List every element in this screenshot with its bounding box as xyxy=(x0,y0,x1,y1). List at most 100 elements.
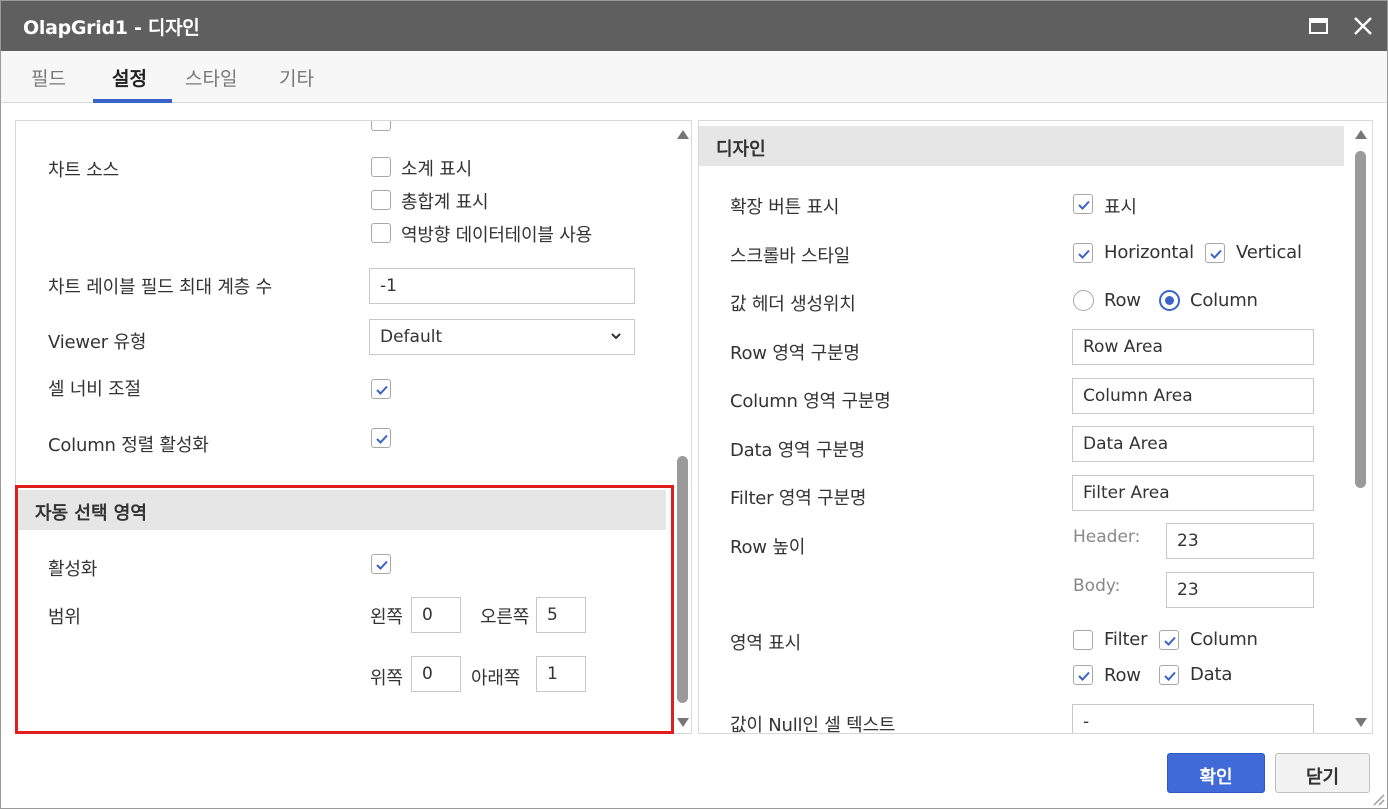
column-area-name-label: Column 영역 구분명 xyxy=(730,391,891,412)
data-area-name-input[interactable] xyxy=(1072,426,1314,462)
tab-style[interactable]: 스타일 xyxy=(185,64,237,91)
filter-display-checkbox[interactable] xyxy=(1073,630,1093,650)
left-scrollbar-thumb[interactable] xyxy=(677,456,688,703)
tab-fields[interactable]: 필드 xyxy=(31,64,66,91)
value-header-pos-label: 값 헤더 생성위치 xyxy=(730,294,856,315)
vertical-checkbox[interactable] xyxy=(1205,243,1225,263)
design-panel: 디자인 확장 버튼 표시 표시 스크롤바 스타일 Horizontal Vert… xyxy=(698,120,1373,734)
column-area-name-input[interactable] xyxy=(1072,378,1314,414)
row-display-label: Row xyxy=(1104,665,1141,686)
auto-select-enable-checkbox[interactable] xyxy=(371,554,391,574)
expand-button-option: 표시 xyxy=(1104,197,1137,218)
range-bottom-label: 아래쪽 xyxy=(471,668,521,689)
chart-label-depth-input[interactable] xyxy=(369,268,635,304)
chart-label-depth-label: 차트 레이블 필드 최대 계층 수 xyxy=(48,277,272,298)
range-top-input[interactable] xyxy=(411,656,461,692)
subtotal-checkbox[interactable] xyxy=(371,157,391,177)
auto-select-enable-label: 활성화 xyxy=(48,559,98,580)
viewer-type-label: Viewer 유형 xyxy=(48,332,147,353)
tab-bar: 필드 설정 스타일 기타 xyxy=(1,51,1387,103)
settings-panel: 차트 소스 소계 표시 총합계 표시 역방향 데이터테이블 사용 차트 레이블 … xyxy=(15,120,692,734)
reverse-datatable-label: 역방향 데이터테이블 사용 xyxy=(401,225,593,246)
chart-source-label: 차트 소스 xyxy=(48,160,119,181)
range-left-input[interactable] xyxy=(411,597,461,633)
check-icon xyxy=(1210,249,1222,259)
row-height-header-input[interactable] xyxy=(1166,523,1314,559)
check-icon xyxy=(1078,671,1090,681)
chevron-down-icon xyxy=(611,333,621,340)
row-display-checkbox[interactable] xyxy=(1073,665,1093,685)
design-section-header: 디자인 xyxy=(699,126,1344,166)
close-button[interactable] xyxy=(1348,11,1378,41)
row-area-name-label: Row 영역 구분명 xyxy=(730,343,860,364)
filter-area-name-input[interactable] xyxy=(1072,475,1314,511)
area-display-label: 영역 표시 xyxy=(730,633,801,654)
column-radio-label: Column xyxy=(1190,290,1258,311)
right-scrollbar[interactable] xyxy=(1351,121,1369,733)
filter-area-name-label: Filter 영역 구분명 xyxy=(730,488,867,509)
row-radio[interactable] xyxy=(1073,290,1094,311)
horizontal-checkbox[interactable] xyxy=(1073,243,1093,263)
close-icon xyxy=(1354,17,1372,35)
scroll-up-icon[interactable] xyxy=(677,130,689,139)
maximize-icon xyxy=(1309,18,1328,34)
null-text-input[interactable] xyxy=(1072,704,1314,733)
tab-settings[interactable]: 설정 xyxy=(112,64,147,91)
range-right-input[interactable] xyxy=(536,597,586,633)
data-display-checkbox[interactable] xyxy=(1159,665,1179,685)
check-icon xyxy=(376,385,388,395)
subtotal-label: 소계 표시 xyxy=(401,159,472,180)
cell-width-checkbox[interactable] xyxy=(371,379,391,399)
filter-display-label: Filter xyxy=(1104,629,1148,650)
close-dialog-button[interactable]: 닫기 xyxy=(1275,753,1370,793)
cell-width-label: 셀 너비 조절 xyxy=(48,379,141,400)
tab-etc[interactable]: 기타 xyxy=(279,64,314,91)
column-sort-checkbox[interactable] xyxy=(371,428,391,448)
expand-button-checkbox[interactable] xyxy=(1073,194,1093,214)
maximize-button[interactable] xyxy=(1303,11,1333,41)
grandtotal-label: 총합계 표시 xyxy=(401,192,489,213)
row-height-body-label: Body: xyxy=(1073,576,1121,596)
hidden-row-checkbox[interactable] xyxy=(371,121,391,131)
check-icon xyxy=(1078,200,1090,210)
right-scrollbar-thumb[interactable] xyxy=(1355,151,1366,488)
resize-grip-icon[interactable] xyxy=(1371,792,1385,806)
check-icon xyxy=(376,434,388,444)
data-display-label: Data xyxy=(1190,664,1233,685)
range-bottom-input[interactable] xyxy=(536,656,586,692)
check-icon xyxy=(1164,671,1176,681)
check-icon xyxy=(1164,636,1176,646)
active-tab-indicator xyxy=(93,99,172,103)
range-top-label: 위쪽 xyxy=(370,668,403,689)
title-bar[interactable]: OlapGrid1 - 디자인 xyxy=(1,1,1387,51)
null-text-label: 값이 Null인 셀 텍스트 xyxy=(730,715,896,734)
window-title: OlapGrid1 - 디자인 xyxy=(23,17,200,39)
auto-select-section-header: 자동 선택 영역 xyxy=(18,490,666,530)
row-height-header-label: Header: xyxy=(1073,527,1141,547)
row-area-name-input[interactable] xyxy=(1072,329,1314,365)
left-scrollbar[interactable] xyxy=(673,121,691,733)
data-area-name-label: Data 영역 구분명 xyxy=(730,440,866,461)
reverse-datatable-checkbox[interactable] xyxy=(371,223,391,243)
range-label: 범위 xyxy=(48,607,81,628)
scrollbar-style-label: 스크롤바 스타일 xyxy=(730,246,851,267)
column-radio[interactable] xyxy=(1159,290,1180,311)
check-icon xyxy=(376,560,388,570)
scroll-up-icon[interactable] xyxy=(1355,130,1367,139)
check-icon xyxy=(1078,249,1090,259)
row-height-body-input[interactable] xyxy=(1166,572,1314,608)
range-right-label: 오른쪽 xyxy=(480,607,530,628)
viewer-type-select[interactable]: Default xyxy=(369,319,635,355)
vertical-label: Vertical xyxy=(1236,242,1302,263)
column-display-label: Column xyxy=(1190,629,1258,650)
scroll-down-icon[interactable] xyxy=(677,718,689,727)
row-radio-label: Row xyxy=(1104,290,1141,311)
range-left-label: 왼쪽 xyxy=(370,607,403,628)
design-dialog: OlapGrid1 - 디자인 필드 설정 스타일 기타 차트 소스 소계 표시… xyxy=(0,0,1388,809)
expand-button-label: 확장 버튼 표시 xyxy=(730,197,840,218)
column-sort-label: Column 정렬 활성화 xyxy=(48,435,209,456)
column-display-checkbox[interactable] xyxy=(1159,630,1179,650)
scroll-down-icon[interactable] xyxy=(1355,718,1367,727)
ok-button[interactable]: 확인 xyxy=(1167,753,1265,793)
grandtotal-checkbox[interactable] xyxy=(371,190,391,210)
